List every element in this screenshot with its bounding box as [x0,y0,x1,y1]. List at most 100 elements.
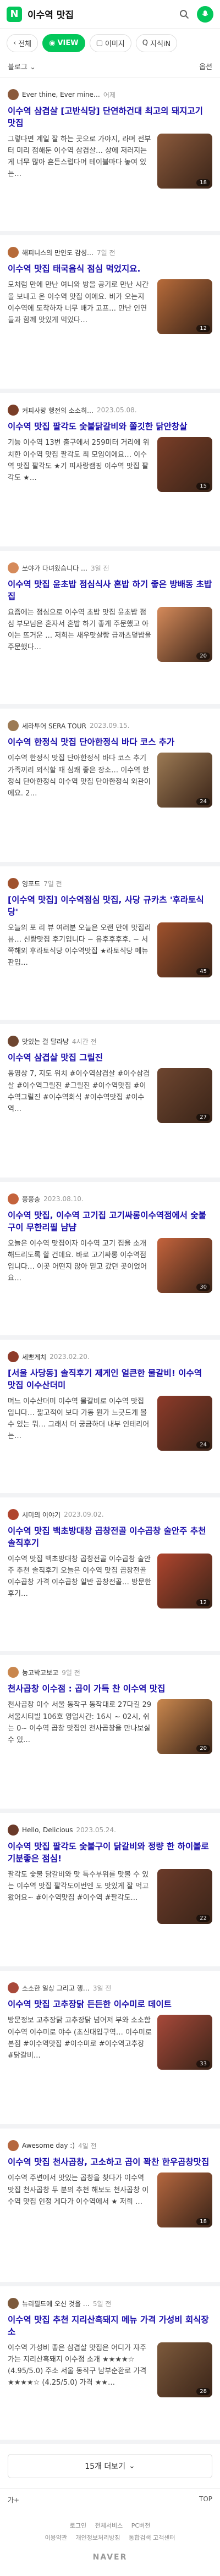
post-author[interactable]: 쏘야가 다녀왔습니다 … [22,563,87,573]
footer-link-pc[interactable]: PC버전 [131,2522,151,2529]
avatar[interactable] [8,2298,19,2309]
avatar[interactable] [8,89,19,100]
naver-logo[interactable]: N [7,6,22,22]
avatar[interactable] [8,1509,19,1520]
avatar[interactable] [8,405,19,416]
post-snippet[interactable]: 동영상 7, 지도 위치 #이수역삼겹살 #이수삼겹살 #이수역그릴진 #그릴진… [8,1068,152,1123]
post-author[interactable]: 소소한 일상 그리고 행… [22,1983,90,1993]
blog-post[interactable]: 소소한 일상 그리고 행… 3일 전 이수역 맛집 고추장닭 든든한 이수미로 … [0,1971,220,2129]
post-title[interactable]: 이수역 맛집 백초방대창 곱창전골 이수곱창 술안주 추천 솔직후기 [8,1525,212,1549]
post-author[interactable]: 해피니스의 만인도 감성… [22,248,94,257]
post-title[interactable]: 이수역 삼겹살 [고반식당] 단연하건대 최고의 돼지고기 맛집 [8,105,212,129]
post-thumbnail[interactable]: 12 [157,279,212,335]
post-thumbnail[interactable]: 27 [157,1068,212,1124]
blog-post[interactable]: 쏘야가 다녀왔습니다 … 3일 전 이수역 맛집 윤초밥 점심식사 혼밥 하기 … [0,551,220,709]
blog-post[interactable]: 잉포드 7일 전 [이수역 맛집] 이수역점심 맛집, 사당 규카츠 '후라토식… [0,866,220,1024]
post-title[interactable]: 이수역 맛집, 이수역 고기집 고기싸롱이수역점에서 숯불구이 무한리필 냠냠 [8,1209,212,1234]
post-snippet[interactable]: 이수역 가성비 좋은 삼겹살 맛집은 어디가 자주 가는 지리산흑돼지 이수점 … [8,2342,152,2397]
footer-link-help[interactable]: 통합검색 고객센터 [129,2534,175,2541]
post-author[interactable]: 세뽀게치 [22,1352,46,1362]
footer-link-services[interactable]: 전체서비스 [95,2522,123,2529]
top-button[interactable]: TOP [199,2495,212,2505]
search-query[interactable]: 이수역 맛집 [28,7,172,21]
post-title[interactable]: 천사곱창 이수점 : 곱이 가득 찬 이수역 맛집 [8,1683,212,1695]
post-title[interactable]: 이수역 맛집 추천 지리산흑돼지 메뉴 가격 가성비 회식장소 [8,2314,212,2338]
post-snippet[interactable]: 오늘은 이수역 맛집이자 이수역 고기 집을 소개해드리도록 할 건데요. 바로… [8,1238,152,1293]
avatar[interactable] [8,878,19,889]
post-thumbnail[interactable]: 20 [157,1699,212,1755]
avatar[interactable] [8,1351,19,1362]
footer-link-login[interactable]: 로그인 [70,2522,86,2529]
post-thumbnail[interactable]: 45 [157,922,212,977]
avatar[interactable] [8,2140,19,2151]
blog-post[interactable]: Hello, Delicious 2023.05.24. 이수역 맛집 팔각도 … [0,1813,220,1971]
post-snippet[interactable]: 며느 이수산더미 이수역 물갈비로 이수역 맛집 입니다… 짧고적이 보다 가동… [8,1396,152,1451]
post-snippet[interactable]: 요즘에는 점심으로 이수역 초밥 맛집 윤초밥 점심 부모님은 혼자서 혼밥 하… [8,607,152,662]
post-author[interactable]: Hello, Delicious [22,1826,73,1834]
post-title[interactable]: 이수역 삼겹살 맛집 그릴진 [8,1052,212,1064]
post-thumbnail[interactable]: 18 [157,2173,212,2228]
post-snippet[interactable]: 이수역 맛집 백초방대창 곱창전골 이수곱창 술안주 추천 솔직후기 오늘은 이… [8,1554,152,1608]
avatar[interactable] [8,1825,19,1836]
post-thumbnail[interactable]: 28 [157,2342,212,2397]
blog-post[interactable]: 해피니스의 만인도 감성… 7일 전 이수역 맛집 태국음식 점심 먹었지요. … [0,235,220,393]
post-author[interactable]: 맛있는 걸 달라냥 [22,1037,69,1046]
post-thumbnail[interactable]: 15 [157,437,212,493]
post-author[interactable]: 잉포드 [22,879,40,888]
tab-view[interactable]: ◉ VIEW [42,34,85,52]
sort-dropdown[interactable]: 블로그 ⌄ [8,61,36,71]
post-thumbnail[interactable]: 24 [157,1396,212,1451]
post-thumbnail[interactable]: 30 [157,1238,212,1293]
post-thumbnail[interactable]: 20 [157,607,212,662]
post-author[interactable]: Awesome day :) [22,2142,75,2149]
avatar[interactable] [8,247,19,258]
post-title[interactable]: 이수역 맛집 팔각도 숯불닭갈비와 쫄깃한 닭안창살 [8,421,212,433]
tab-all[interactable]: ‹ 전체 [7,34,38,52]
post-snippet[interactable]: 기능 이수역 13번 출구에서 259미터 거리에 위치한 이수역 맛집 팔각도… [8,437,152,492]
post-snippet[interactable]: 모처럼 만에 만난 여니와 방을 공기로 만난 시간을 보내고 온 이수역 맛집… [8,279,152,334]
post-author[interactable]: 커피사랑 행전의 소소히… [22,406,94,415]
post-title[interactable]: [이수역 맛집] 이수역점심 맛집, 사당 규카츠 '후라토식당' [8,894,212,918]
post-snippet[interactable]: 이수역 주변에서 맛있는 곱창을 찾다가 이수역 맛집 천사곱창 두 분의 추천… [8,2173,152,2227]
post-title[interactable]: 이수역 맛집 천사곱창, 고소하고 곱이 꽉찬 한우곱창맛집 [8,2156,212,2168]
post-author[interactable]: 세라투어 SERA TOUR [22,721,86,731]
search-icon[interactable] [177,7,191,21]
blog-post[interactable]: 시미의 이야기 2023.09.02. 이수역 맛집 백초방대창 곱창전골 이수… [0,1497,220,1655]
avatar[interactable] [8,1036,19,1047]
avatar[interactable] [8,1667,19,1678]
blog-post[interactable]: Ever thine, Ever mine… 어제 이수역 삼겹살 [고반식당]… [0,78,220,235]
blog-post[interactable]: 뉴리필드에 오신 것을 … 5일 전 이수역 맛집 추천 지리산흑돼지 메뉴 가… [0,2286,220,2444]
post-thumbnail[interactable]: 12 [157,1554,212,1608]
post-title[interactable]: 이수역 한정식 맛집 단아한정식 바다 코스 추가 [8,736,212,748]
post-thumbnail[interactable]: 33 [157,2015,212,2070]
more-button[interactable]: 15개 더보기 ⌄ [8,2454,212,2478]
avatar[interactable] [8,562,19,573]
post-author[interactable]: 쫑쫑송 [22,1195,40,1204]
post-title[interactable]: 이수역 맛집 고추장닭 든든한 이수미로 데이트 [8,1998,212,2010]
blog-post[interactable]: 세라투어 SERA TOUR 2023.09.15. 이수역 한정식 맛집 단아… [0,709,220,866]
post-thumbnail[interactable]: 24 [157,753,212,808]
footer-link-privacy[interactable]: 개인정보처리방침 [76,2534,120,2541]
blog-post[interactable]: 커피사랑 행전의 소소히… 2023.05.08. 이수역 맛집 팔각도 숯불닭… [0,393,220,551]
blog-post[interactable]: 맛있는 걸 달라냥 4시간 전 이수역 삼겹살 맛집 그릴진 동영상 7, 지도… [0,1024,220,1182]
post-author[interactable]: 농고박고보고 [22,1668,58,1677]
options-button[interactable]: 옵션 [199,61,212,71]
avatar[interactable] [8,1982,19,1993]
post-thumbnail[interactable]: 22 [157,1869,212,1924]
post-title[interactable]: [서울 사당동] 솔직후기 제게인 얼큰한 물갈비! 이수역 맛집 이수산더미 [8,1367,212,1391]
avatar[interactable] [8,1193,19,1204]
post-author[interactable]: 시미의 이야기 [22,1510,61,1519]
post-snippet[interactable]: 그렇다면 계일 잘 하는 곳으로 가야지, 라며 전부터 미리 점해둔 이수역 … [8,134,152,189]
post-snippet[interactable]: 이수역 한정식 맛집 단아한정식 바다 코스 추기 가족끼리 외식할 때 심쾌 … [8,753,152,808]
microphone-icon[interactable] [197,5,213,23]
avatar[interactable] [8,720,19,731]
post-title[interactable]: 이수역 맛집 팔각도 숯불구이 닭갈비와 정량 한 하이볼로 기분좋은 점심! [8,1840,212,1865]
font-size-button[interactable]: 가+ [8,2495,19,2505]
post-snippet[interactable]: 팔각도 숯불 닭갈비와 맛 특수부위를 맛볼 수 있는 이수역 맛집 팔각도이번… [8,1869,152,1924]
post-snippet[interactable]: 천사곱창 이수 서울 동작구 동작대로 27다길 29 서울시티빌 106호 영… [8,1699,152,1754]
blog-post[interactable]: 세뽀게치 2023.02.20. [서울 사당동] 솔직후기 제게인 얼큰한 물… [0,1340,220,1497]
tab-kin[interactable]: Q 지식iN [135,34,178,52]
post-title[interactable]: 이수역 맛집 태국음식 점심 먹었지요. [8,263,212,275]
post-title[interactable]: 이수역 맛집 윤초밥 점심식사 혼밥 하기 좋은 방배동 초밥집 [8,578,212,602]
footer-link-terms[interactable]: 이용약관 [45,2534,67,2541]
